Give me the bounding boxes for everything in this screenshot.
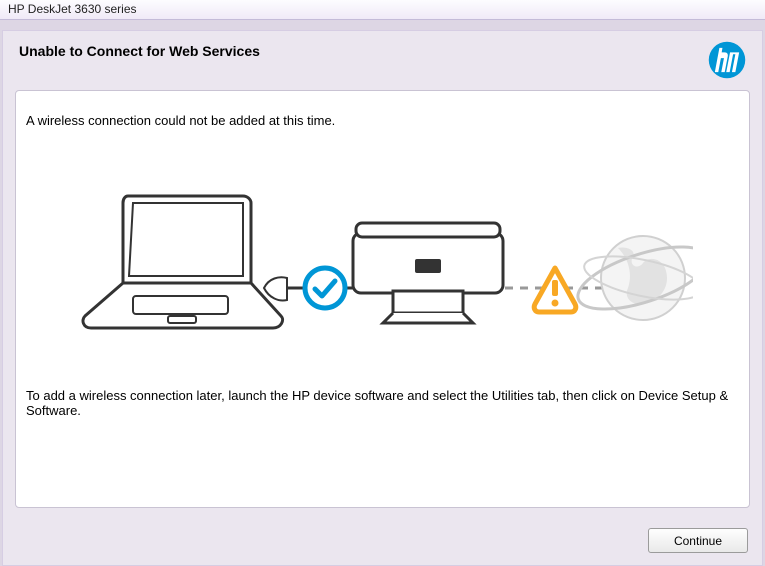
message-top: A wireless connection could not be added…: [26, 113, 739, 128]
header-row: Unable to Connect for Web Services: [3, 31, 762, 90]
window-title-bar: HP DeskJet 3630 series: [0, 0, 765, 20]
dialog-frame: Unable to Connect for Web Services A wir…: [2, 30, 763, 566]
laptop-icon: [83, 196, 283, 328]
connection-diagram: [26, 158, 739, 358]
button-row: Continue: [648, 528, 748, 553]
printer-icon: [353, 223, 503, 323]
continue-button[interactable]: Continue: [648, 528, 748, 553]
content-card: A wireless connection could not be added…: [15, 90, 750, 508]
warning-triangle-icon: [534, 268, 576, 312]
hp-logo-icon: [708, 43, 746, 82]
globe-web-icon: [570, 234, 692, 322]
message-bottom: To add a wireless connection later, laun…: [26, 388, 739, 418]
usb-plug-icon: [264, 277, 287, 300]
checkmark-circle-icon: [305, 268, 345, 308]
page-title: Unable to Connect for Web Services: [19, 43, 260, 59]
window-title: HP DeskJet 3630 series: [8, 2, 137, 16]
